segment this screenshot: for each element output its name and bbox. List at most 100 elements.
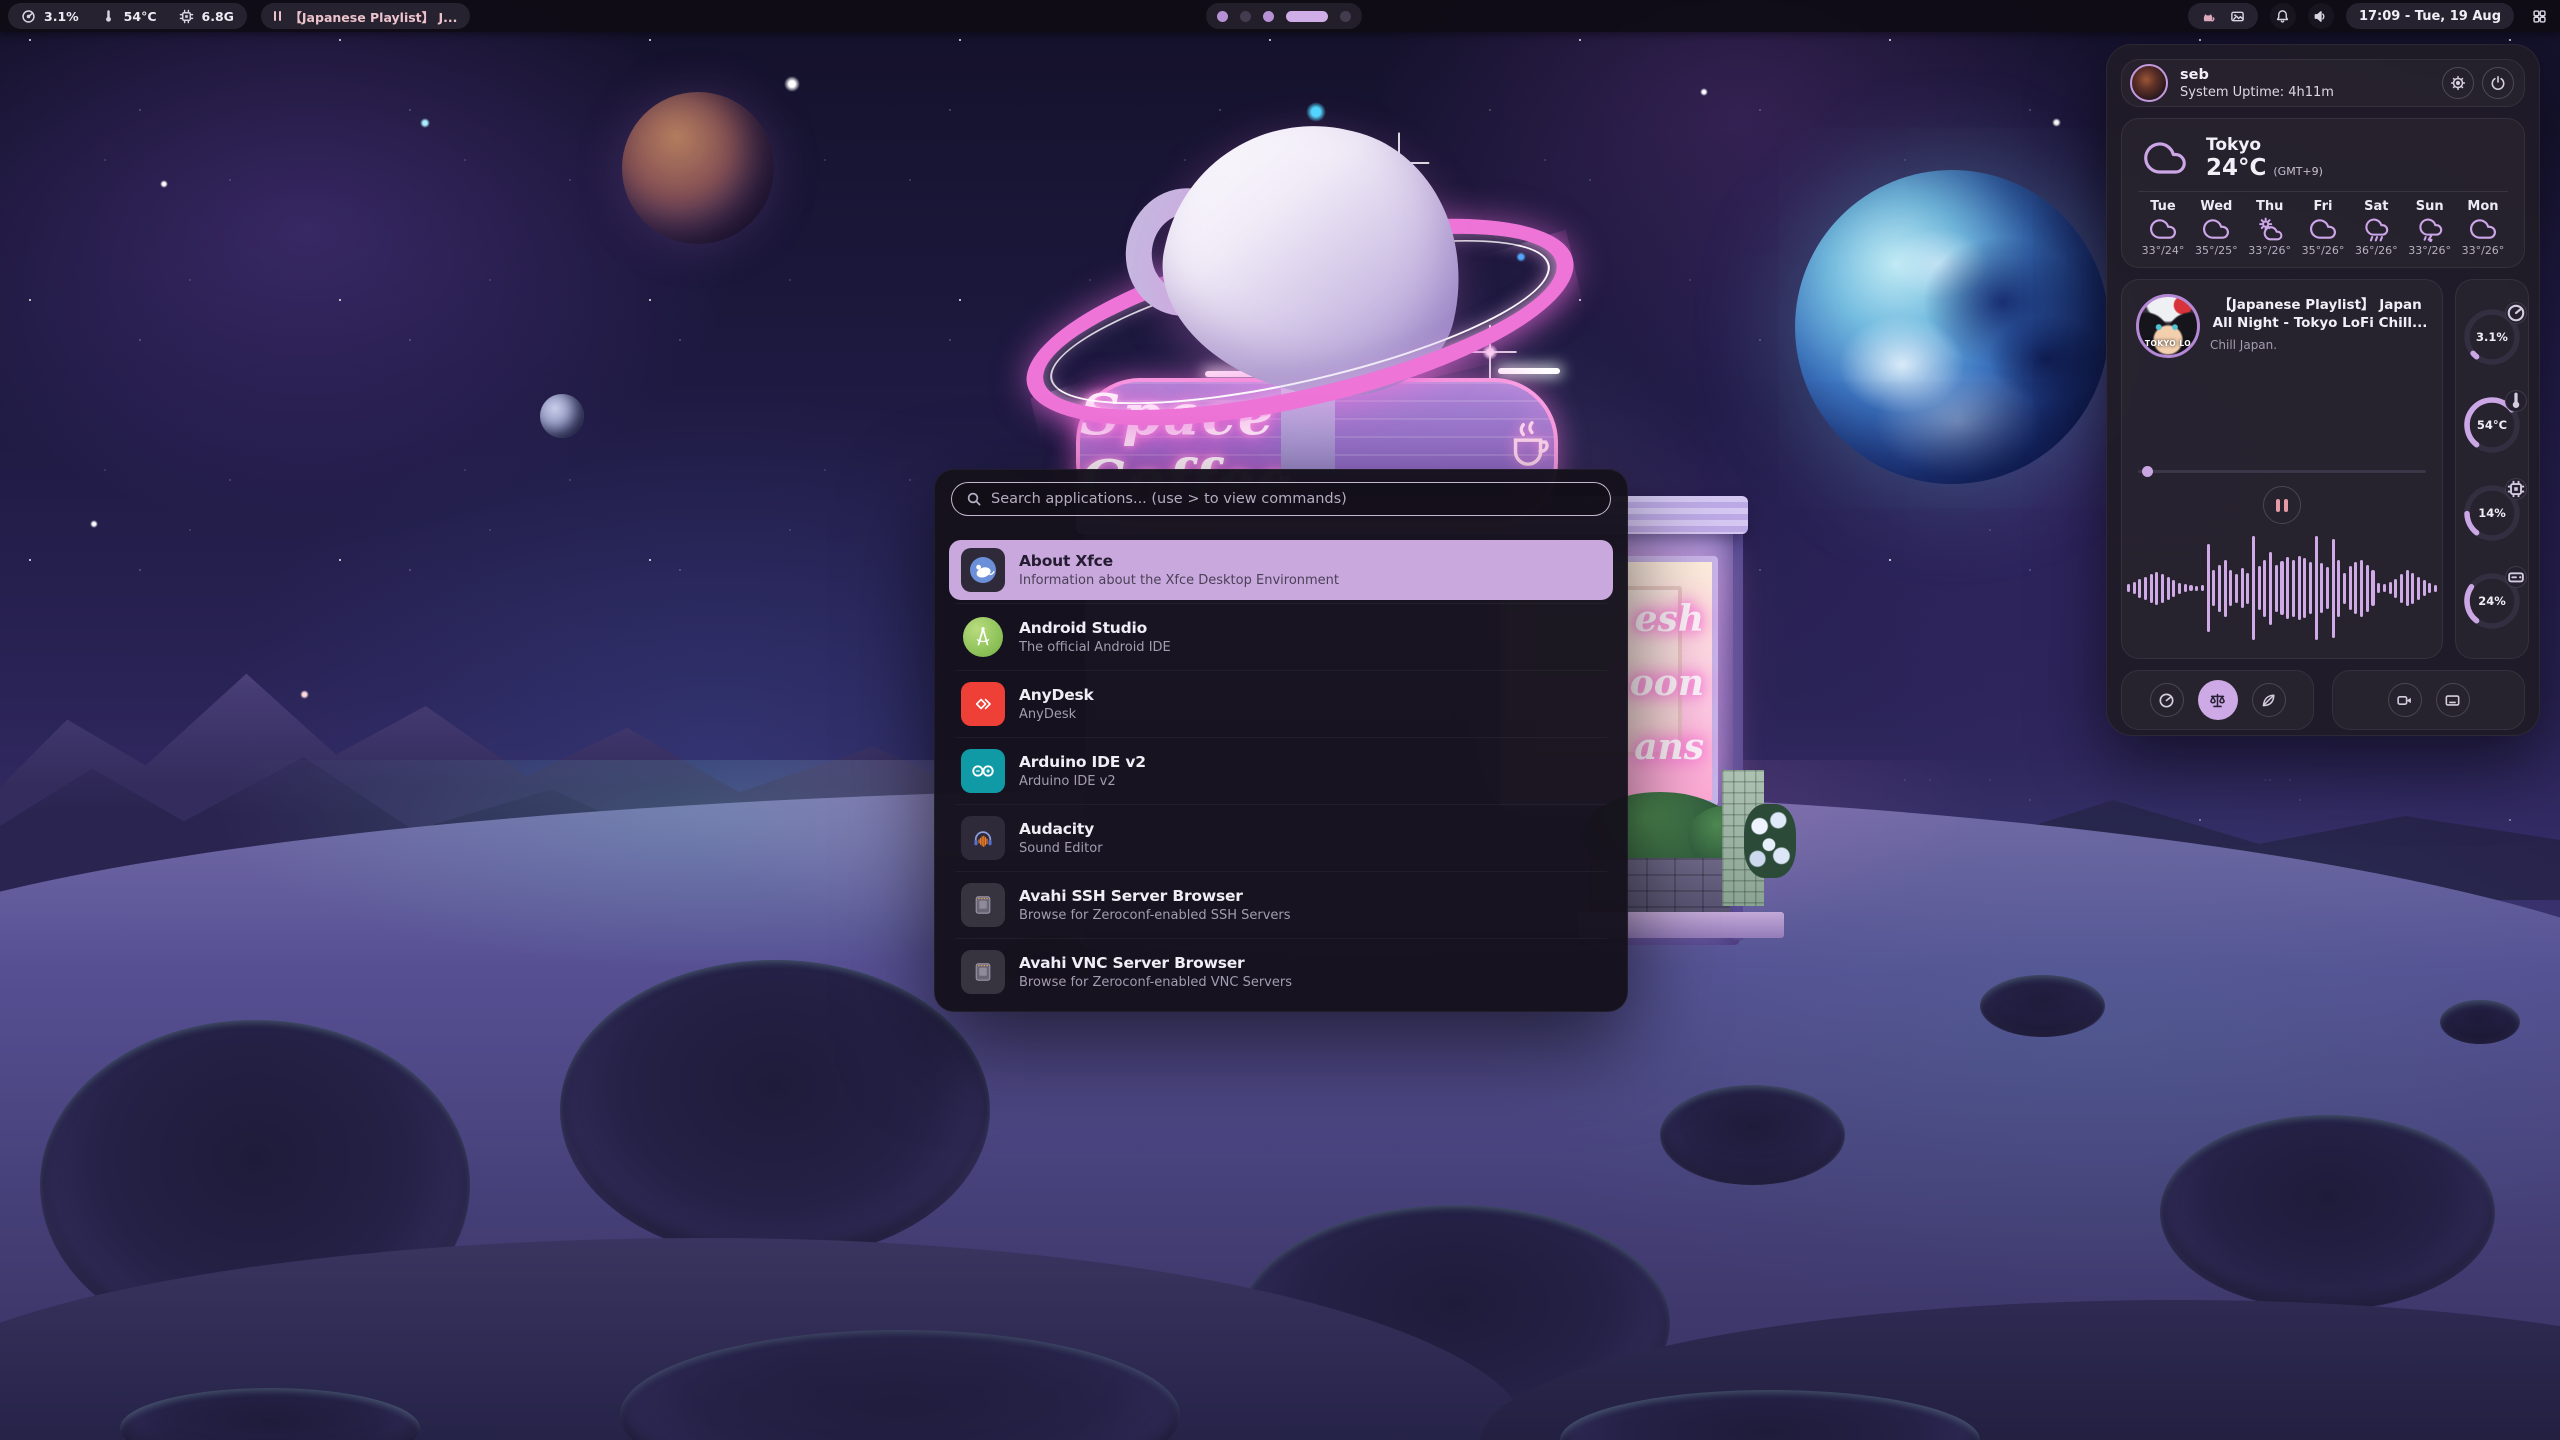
music-player-card: TOKYO LO 【Japanese Playlist】 Japan All N… xyxy=(2121,279,2443,659)
power-saver-profile-button[interactable] xyxy=(2252,683,2286,717)
forecast-day: Fri 35°/26° xyxy=(2298,199,2348,257)
xfce-mouse-icon xyxy=(961,548,1005,592)
cloud-icon xyxy=(2148,216,2178,242)
thermometer-icon xyxy=(2505,390,2527,412)
result-title: Arduino IDE v2 xyxy=(1019,753,1146,771)
top-bar: 3.1% 54°C 6.8G 【Japanese Playlist】 J... xyxy=(0,0,2560,32)
crater xyxy=(1980,975,2105,1037)
search-input[interactable] xyxy=(991,491,1596,507)
workspace-dot-empty[interactable] xyxy=(1240,11,1251,22)
weather-card: Tokyo 24°C (GMT+9) Tue 33°/24° Wed xyxy=(2121,118,2525,268)
star xyxy=(784,76,800,92)
performance-profile-button[interactable] xyxy=(2150,683,2184,717)
overview-grid-icon xyxy=(2532,9,2547,24)
workspace-dot-empty[interactable] xyxy=(1340,11,1351,22)
result-title: About Xfce xyxy=(1019,552,1339,570)
cpu-temp: 54°C xyxy=(124,9,157,24)
result-subtitle: The official Android IDE xyxy=(1019,640,1171,655)
network-port-icon xyxy=(961,883,1005,927)
anydesk-icon xyxy=(961,682,1005,726)
wallpaper-image-icon[interactable] xyxy=(2230,9,2245,24)
volume-button[interactable] xyxy=(2308,3,2334,29)
forecast-day: Mon 33°/26° xyxy=(2458,199,2508,257)
workspace-dot-occupied[interactable] xyxy=(1217,11,1228,22)
video-camera-icon xyxy=(2396,692,2413,709)
leaf-icon xyxy=(2260,692,2277,709)
memory-usage: 6.8G xyxy=(202,9,234,24)
settings-button[interactable] xyxy=(2442,67,2474,99)
workspace-dot-active[interactable] xyxy=(1286,11,1328,22)
now-playing-pill[interactable]: 【Japanese Playlist】 J... xyxy=(261,3,471,29)
divider xyxy=(2138,191,2508,192)
speedometer-icon xyxy=(2158,692,2175,709)
audacity-headphones-icon xyxy=(961,816,1005,860)
result-row-audacity[interactable]: Audacity Sound Editor xyxy=(949,808,1613,868)
star xyxy=(1306,102,1326,122)
tray-widgets-pill xyxy=(2188,3,2258,29)
result-row-about-xfce[interactable]: About Xfce Information about the Xfce De… xyxy=(949,540,1613,600)
user-card: seb System Uptime: 4h11m xyxy=(2121,59,2525,107)
monitor-icon xyxy=(2444,692,2461,709)
result-row-arduino[interactable]: Arduino IDE v2 Arduino IDE v2 xyxy=(949,741,1613,801)
system-stats-pill[interactable]: 3.1% 54°C 6.8G xyxy=(8,3,247,29)
result-title: Android Studio xyxy=(1019,619,1171,637)
now-playing-title: 【Japanese Playlist】 J... xyxy=(289,7,457,26)
notification-bell-button[interactable] xyxy=(2270,3,2296,29)
partly-sunny-icon xyxy=(2255,216,2285,242)
result-subtitle: AnyDesk xyxy=(1019,707,1094,722)
weather-city: Tokyo xyxy=(2206,136,2323,156)
gauge-cpu: 3.1% xyxy=(2461,306,2523,368)
result-row-android-studio[interactable]: Android Studio The official Android IDE xyxy=(949,607,1613,667)
cloud-icon xyxy=(2468,216,2498,242)
network-port-icon xyxy=(961,950,1005,994)
star xyxy=(160,180,168,188)
workspace-indicator xyxy=(1206,3,1362,29)
app-launcher: About Xfce Information about the Xfce De… xyxy=(934,469,1628,1012)
search-icon xyxy=(966,491,982,507)
clock: 17:09 - Tue, 19 Aug xyxy=(2359,9,2501,24)
speaker-icon xyxy=(2313,9,2328,24)
storm-icon xyxy=(2415,216,2445,242)
weather-timezone: (GMT+9) xyxy=(2273,166,2323,178)
username: seb xyxy=(2180,66,2334,84)
music-progress-knob[interactable] xyxy=(2142,466,2153,477)
speedometer-icon xyxy=(21,9,36,24)
balanced-profile-button[interactable] xyxy=(2198,680,2238,720)
pet-cat-icon[interactable] xyxy=(2201,9,2216,24)
search-results: About Xfce Information about the Xfce De… xyxy=(949,540,1613,1002)
star xyxy=(420,118,430,128)
avatar[interactable] xyxy=(2130,64,2168,102)
flower-bush xyxy=(1744,804,1796,878)
gauge-memory: 14% xyxy=(2461,482,2523,544)
album-art[interactable]: TOKYO LO xyxy=(2136,294,2200,358)
result-row-avahi-ssh[interactable]: Avahi SSH Server Browser Browse for Zero… xyxy=(949,875,1613,935)
power-icon xyxy=(2490,75,2506,91)
screen-record-button[interactable] xyxy=(2388,683,2422,717)
play-pause-button[interactable] xyxy=(2263,486,2301,524)
result-subtitle: Sound Editor xyxy=(1019,841,1103,856)
cloud-icon xyxy=(2201,216,2231,242)
result-title: Avahi SSH Server Browser xyxy=(1019,887,1291,905)
clock-pill[interactable]: 17:09 - Tue, 19 Aug xyxy=(2346,3,2514,29)
track-artist: Chill Japan. xyxy=(2210,338,2430,352)
progress-track xyxy=(2138,470,2426,473)
search-bar[interactable] xyxy=(951,482,1611,516)
power-button[interactable] xyxy=(2482,67,2514,99)
screenshot-button[interactable] xyxy=(2436,683,2470,717)
audio-visualizer xyxy=(2132,532,2432,644)
result-subtitle: Browse for Zeroconf-enabled VNC Servers xyxy=(1019,975,1292,990)
track-title-line2: All Night - Tokyo LoFi Chill... xyxy=(2210,314,2430,332)
result-row-avahi-vnc[interactable]: Avahi VNC Server Browser Browse for Zero… xyxy=(949,942,1613,1002)
system-uptime: System Uptime: 4h11m xyxy=(2180,85,2334,100)
workspace-dot-occupied[interactable] xyxy=(1263,11,1274,22)
result-subtitle: Arduino IDE v2 xyxy=(1019,774,1146,789)
cpu-usage: 3.1% xyxy=(44,9,79,24)
overview-grid-button[interactable] xyxy=(2526,3,2552,29)
music-progress-bar[interactable] xyxy=(2138,466,2426,477)
forecast-day: Sun 33°/26° xyxy=(2405,199,2455,257)
crater xyxy=(560,960,990,1260)
android-studio-icon xyxy=(961,615,1005,659)
pause-icon xyxy=(2276,499,2280,512)
power-profile-card xyxy=(2121,670,2314,730)
result-row-anydesk[interactable]: AnyDesk AnyDesk xyxy=(949,674,1613,734)
